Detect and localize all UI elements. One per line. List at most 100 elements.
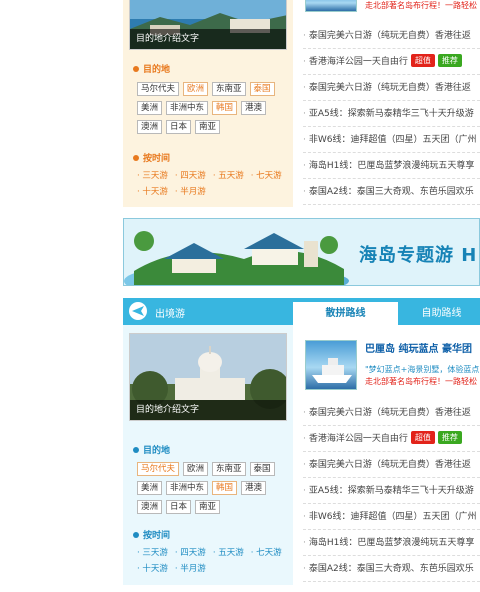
cruise-ship-image xyxy=(305,0,357,12)
route-item[interactable]: · 亚A5线：探索新马泰精华三飞十天升级游 xyxy=(303,101,480,127)
destination-tag[interactable]: 韩国 xyxy=(212,101,238,115)
route-list: · 泰国完美六日游（纯玩无自费）香港往返 · 香港海洋公园一天自由行 超值 推荐 · 泰国完美… xyxy=(303,23,480,205)
destination-photo[interactable]: 目的地介绍文字 xyxy=(129,333,287,421)
plane-icon xyxy=(129,302,147,320)
route-badge: 推荐 xyxy=(437,431,462,444)
route-title[interactable]: 亚A5线：探索新马泰精华三飞十天升级游 xyxy=(309,486,474,496)
route-title[interactable]: 非W6线：迪拜超值（四星）五天团（广州 xyxy=(309,135,477,145)
bullet-icon: · xyxy=(303,408,306,418)
destination-tag[interactable]: 非洲中东 xyxy=(166,481,209,495)
destination-tag[interactable]: 美洲 xyxy=(137,481,163,495)
bullet-icon: · xyxy=(303,538,306,548)
duration-link[interactable]: · 七天游 xyxy=(251,169,282,181)
bullet-icon: · xyxy=(303,512,306,522)
destination-heading: 目的地 xyxy=(133,62,170,75)
route-item[interactable]: · 非W6线：迪拜超值（四星）五天团（广州 xyxy=(303,504,480,530)
bullet-icon: · xyxy=(303,161,306,171)
duration-link[interactable]: · 十天游 xyxy=(137,185,168,197)
route-item[interactable]: · 海岛H1线：巴厘岛蓝梦浪漫纯玩五天尊享 xyxy=(303,530,480,556)
bullet-icon: · xyxy=(303,564,306,574)
bullet-icon xyxy=(133,447,139,453)
outbound-section-top: 目的地介绍文字 目的地 马尔代夫 欧洲 东南亚 泰国 美洲 非洲中东 韩国 港澳 澳洲 日本 南亚 … xyxy=(123,0,480,207)
destination-tag[interactable]: 韩国 xyxy=(212,481,238,495)
duration-link[interactable]: · 七天游 xyxy=(251,546,282,558)
duration-link[interactable]: · 半月游 xyxy=(175,562,206,574)
route-title[interactable]: 亚A5线：探索新马泰精华三飞十天升级游 xyxy=(309,109,474,119)
destination-tag[interactable]: 澳洲 xyxy=(137,500,163,514)
destination-sidebar: 目的地介绍文字 目的地 马尔代夫 欧洲 东南亚 泰国 美洲 非洲中东 韩国 港澳 澳洲 日本 南亚 … xyxy=(123,0,293,207)
route-title[interactable]: 泰国完美六日游（纯玩无自费）香港往返 xyxy=(309,408,471,418)
route-title[interactable]: 非W6线：迪拜超值（四星）五天团（广州 xyxy=(309,512,477,522)
route-item[interactable]: · 泰国完美六日游（纯玩无自费）香港往返 xyxy=(303,75,480,101)
destination-tag[interactable]: 美洲 xyxy=(137,101,163,115)
photo-caption: 目的地介绍文字 xyxy=(130,29,286,49)
bullet-icon: · xyxy=(303,486,306,496)
destination-tag[interactable]: 日本 xyxy=(166,120,192,134)
route-title[interactable]: 泰国完美六日游（纯玩无自费）香港往返 xyxy=(309,83,471,93)
duration-link[interactable]: · 五天游 xyxy=(213,546,244,558)
route-item[interactable]: · 泰国完美六日游（纯玩无自费）香港往返 xyxy=(303,452,480,478)
destination-tag[interactable]: 澳洲 xyxy=(137,120,163,134)
promo-box[interactable]: 走北部著名岛布行程！一路轻松 xyxy=(303,0,480,18)
route-item[interactable]: · 泰国完美六日游（纯玩无自费）香港往返 xyxy=(303,400,480,426)
duration-link[interactable]: · 半月游 xyxy=(175,185,206,197)
route-title[interactable]: 香港海洋公园一天自由行 xyxy=(309,57,408,67)
section-title: 出境游 xyxy=(155,309,185,320)
destination-tag[interactable]: 南亚 xyxy=(195,500,221,514)
destination-photo[interactable]: 目的地介绍文字 xyxy=(129,0,287,50)
destination-tag[interactable]: 日本 xyxy=(166,500,192,514)
destination-tag[interactable]: 马尔代夫 xyxy=(137,462,180,476)
promo-title[interactable]: 巴厘岛 纯玩蓝点 豪华团 xyxy=(365,340,472,355)
duration-list: · 三天游 · 四天游 · 五天游 · 七天游 · 十天游 · 半月游 xyxy=(137,169,293,197)
route-item[interactable]: · 泰国完美六日游（纯玩无自费）香港往返 xyxy=(303,23,480,49)
destination-tag[interactable]: 欧洲 xyxy=(183,82,209,96)
bullet-icon: · xyxy=(303,57,306,67)
route-title[interactable]: 香港海洋公园一天自由行 xyxy=(309,434,408,444)
promo-description: 走北部著名岛布行程！一路轻松 xyxy=(365,1,477,10)
route-item[interactable]: · 亚A5线：探索新马泰精华三飞十天升级游 xyxy=(303,478,480,504)
tab-self-guided-routes[interactable]: 自助路线 xyxy=(403,302,480,325)
bullet-icon: · xyxy=(303,460,306,470)
bullet-icon: · xyxy=(303,31,306,41)
route-item[interactable]: · 香港海洋公园一天自由行 超值 推荐 xyxy=(303,49,480,75)
destination-tag[interactable]: 东南亚 xyxy=(212,462,246,476)
duration-link[interactable]: · 三天游 xyxy=(137,169,168,181)
route-title[interactable]: 泰国A2线：泰国三大奇观、东芭乐园欢乐 xyxy=(309,187,474,197)
destination-tag[interactable]: 港澳 xyxy=(241,481,267,495)
duration-list: · 三天游 · 四天游 · 五天游 · 七天游 · 十天游 · 半月游 xyxy=(137,546,293,574)
destination-tag[interactable]: 欧洲 xyxy=(183,462,209,476)
route-item[interactable]: · 泰国A2线：泰国三大奇观、东芭乐园欢乐 xyxy=(303,556,480,582)
destination-tag[interactable]: 东南亚 xyxy=(212,82,246,96)
duration-link[interactable]: · 五天游 xyxy=(213,169,244,181)
destination-tag[interactable]: 泰国 xyxy=(249,462,275,476)
bullet-icon: · xyxy=(303,135,306,145)
route-item[interactable]: · 泰国A2线：泰国三大奇观、东芭乐园欢乐 xyxy=(303,179,480,205)
promo-box[interactable]: 巴厘岛 纯玩蓝点 豪华团 "梦幻蓝点+海景别墅，体验蓝点 走北部著名岛布行程！一… xyxy=(303,336,480,396)
bullet-icon: · xyxy=(303,83,306,93)
destination-tag[interactable]: 南亚 xyxy=(195,120,221,134)
destination-tag[interactable]: 泰国 xyxy=(249,82,275,96)
route-title[interactable]: 泰国完美六日游（纯玩无自费）香港往返 xyxy=(309,460,471,470)
route-item[interactable]: · 海岛H1线：巴厘岛蓝梦浪漫纯玩五天尊享 xyxy=(303,153,480,179)
destination-tag[interactable]: 港澳 xyxy=(241,101,267,115)
destination-tag[interactable]: 非洲中东 xyxy=(166,101,209,115)
tab-group-routes[interactable]: 散拼路线 xyxy=(293,302,398,325)
duration-link[interactable]: · 四天游 xyxy=(175,169,206,181)
bullet-icon: · xyxy=(303,187,306,197)
promo-description-2: 走北部著名岛布行程！一路轻松 xyxy=(365,377,477,386)
route-title[interactable]: 海岛H1线：巴厘岛蓝梦浪漫纯玩五天尊享 xyxy=(309,161,475,171)
duration-link[interactable]: · 三天游 xyxy=(137,546,168,558)
duration-heading: 按时间 xyxy=(133,151,170,164)
route-item[interactable]: · 非W6线：迪拜超值（四星）五天团（广州 xyxy=(303,127,480,153)
bullet-icon: · xyxy=(303,434,306,444)
route-item[interactable]: · 香港海洋公园一天自由行 超值 推荐 xyxy=(303,426,480,452)
route-badge: 推荐 xyxy=(437,54,462,67)
route-title[interactable]: 泰国A2线：泰国三大奇观、东芭乐园欢乐 xyxy=(309,564,474,574)
duration-link[interactable]: · 四天游 xyxy=(175,546,206,558)
destination-tag-list: 马尔代夫 欧洲 东南亚 泰国美洲 非洲中东 韩国 港澳澳洲 日本 南亚 xyxy=(137,82,287,134)
island-theme-banner[interactable]: 海岛专题游 H xyxy=(123,218,480,286)
route-title[interactable]: 泰国完美六日游（纯玩无自费）香港往返 xyxy=(309,31,471,41)
destination-tag[interactable]: 马尔代夫 xyxy=(137,82,180,96)
duration-link[interactable]: · 十天游 xyxy=(137,562,168,574)
route-title[interactable]: 海岛H1线：巴厘岛蓝梦浪漫纯玩五天尊享 xyxy=(309,538,475,548)
